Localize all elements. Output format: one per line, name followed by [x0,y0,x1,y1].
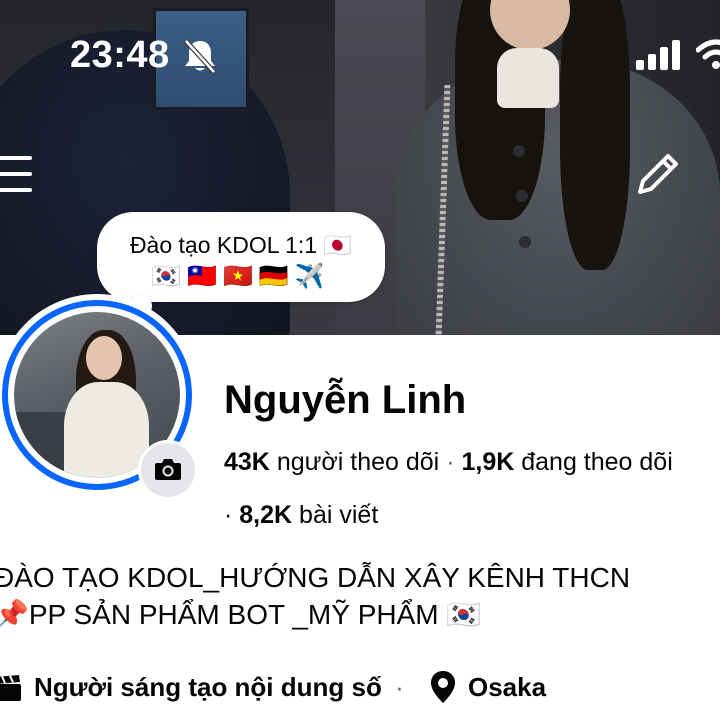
followers-label[interactable]: người theo dõi [277,448,439,476]
coat-button [516,190,528,202]
info-row: Người sáng tạo nội dung số · [34,672,410,706]
location-row: Osaka [468,672,546,706]
profile-name: Nguyễn Linh [224,378,467,422]
posts-stats: · 8,2K bài viết [224,501,378,530]
coat-button [513,145,525,157]
camera-icon [155,459,181,480]
bio-line-2: 📌PP SẢN PHẨM BOT _MỸ PHẨM 🇰🇷 [0,599,482,630]
bell-slash-icon [184,39,216,74]
status-time: 23:48 [70,34,170,76]
coat-button [519,236,531,248]
cover-person-collar [497,48,559,108]
wifi-icon [696,39,720,69]
separator-dot: · [224,501,233,529]
separator-dot: · [446,448,455,476]
photo-face [86,336,122,380]
clapperboard-icon [0,675,21,701]
following-count[interactable]: 1,9K [461,448,514,476]
followers-count[interactable]: 43K [224,448,270,476]
location-pin-icon [431,671,455,703]
cover-person-hair [560,0,630,270]
category-label[interactable]: Người sáng tạo nội dung số [34,672,382,702]
bio-line-1: ĐÀO TẠO KDOL_HƯỚNG DẪN XÂY KÊNH THCN [0,562,631,593]
separator-dot: · [395,672,404,702]
follow-stats: 43K người theo dõi · 1,9K đang theo dõi [224,448,673,477]
location-label[interactable]: Osaka [468,672,546,702]
signal-icon [636,40,680,70]
note-text: Đào tạo KDOL 1:1 🇯🇵 [129,232,353,258]
photo-dress [64,382,149,478]
change-photo-button[interactable] [138,440,198,500]
pencil-icon[interactable] [630,148,684,202]
menu-icon[interactable] [0,150,36,198]
following-label[interactable]: đang theo dõi [521,448,673,476]
posts-label: bài viết [299,501,379,529]
posts-count: 8,2K [239,501,293,529]
note-flags: 🇰🇷🇹🇼🇻🇳🇩🇪✈️ [151,263,331,290]
profile-note-bubble[interactable]: Đào tạo KDOL 1:1 🇯🇵 🇰🇷🇹🇼🇻🇳🇩🇪✈️ [97,212,385,302]
